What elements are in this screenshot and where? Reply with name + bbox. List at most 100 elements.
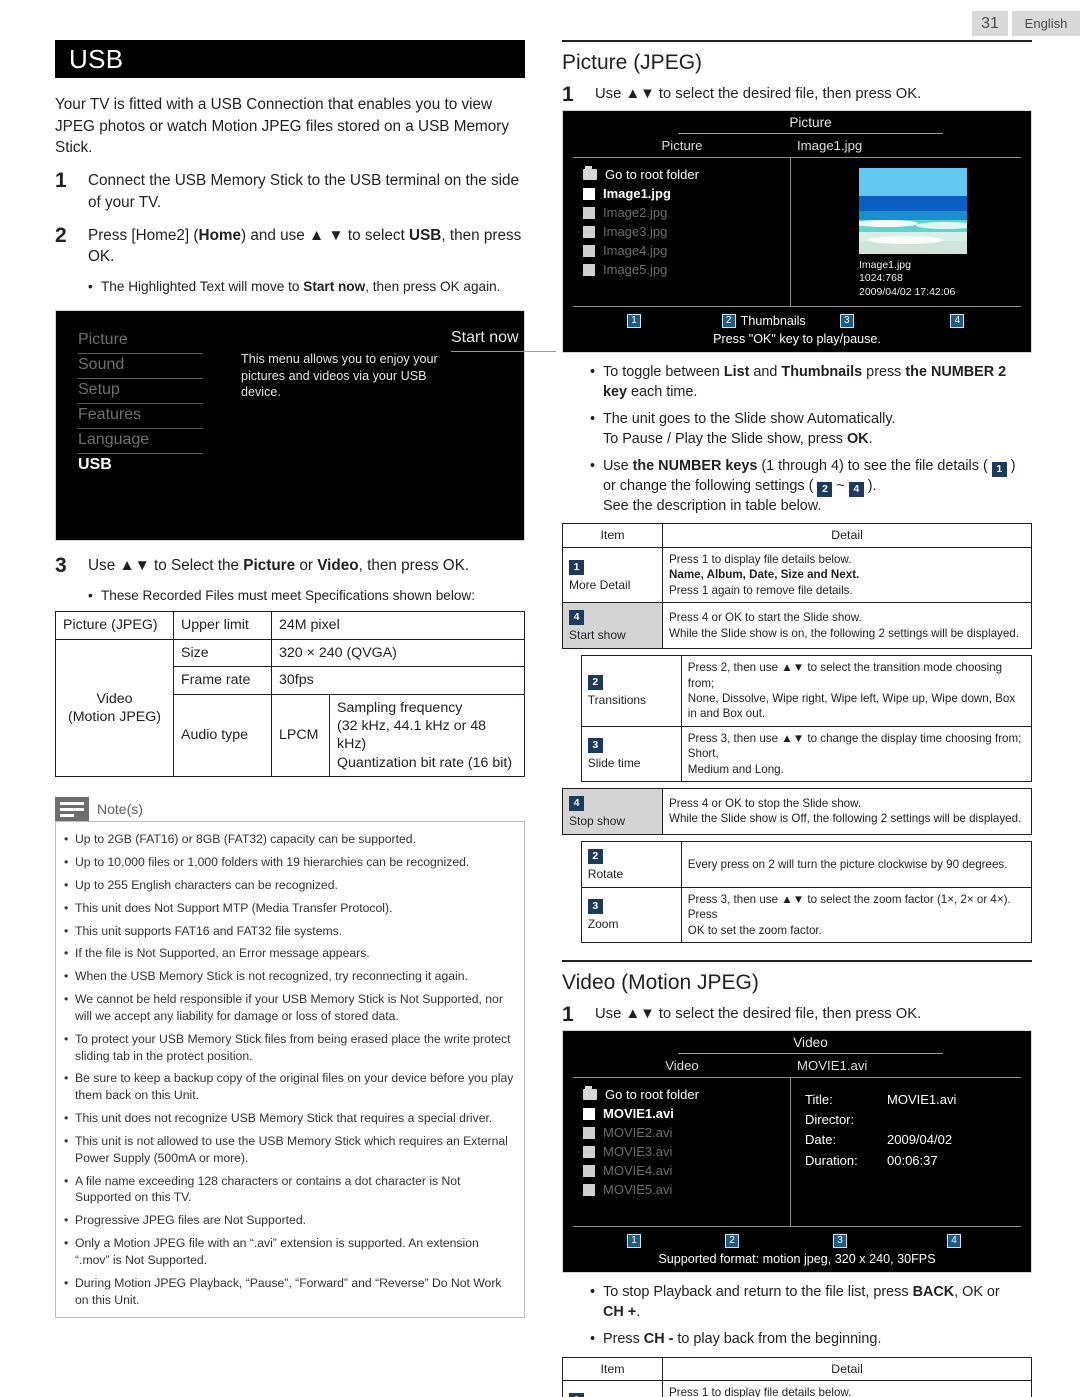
picture-meta-resolution: 1024:768 [859, 272, 903, 285]
video-file-list: Go to root folder MOVIE1.avi MOVIE2.avi … [573, 1078, 791, 1227]
tv-menu-item-setup[interactable]: Setup [78, 379, 203, 405]
video-col1-label: Video [665, 1058, 699, 1074]
video-step-1-number: 1 [562, 1003, 574, 1027]
go-to-root-folder-item[interactable]: Go to root folder [573, 165, 790, 184]
bullet-3-l2b: ). [863, 477, 877, 494]
tv-menu-item-features[interactable]: Features [78, 404, 203, 430]
key-hint-4[interactable]: 4 [907, 1234, 1021, 1249]
list-item[interactable]: Image2.jpg [573, 203, 790, 222]
note-text: To protect your USB Memory Stick files f… [75, 1031, 511, 1063]
list-item: • During Motion JPEG Playback, “Pause”, “… [64, 1275, 514, 1309]
meta-row: Date: 2009/04/02 [805, 1130, 1021, 1150]
step-3-part-c: or [295, 557, 318, 575]
key-hint-4[interactable]: 4 [910, 314, 1021, 329]
bullet-dot-icon: • [64, 1275, 69, 1290]
key-badge-1-icon: 1 [627, 1234, 641, 1249]
number-badge-3-icon: 3 [587, 738, 603, 754]
meta-key-date: Date: [805, 1132, 837, 1148]
list-item[interactable]: Image1.jpg [573, 184, 790, 203]
list-item[interactable]: Image5.jpg [573, 260, 790, 279]
spec-audio-line-3: Quantization bit rate (16 bit) [337, 754, 513, 771]
note-text: A file name exceeding 128 characters or … [75, 1173, 461, 1205]
item-cell-slide-time: 3 Slide time [580, 725, 682, 782]
bullet-dot-icon: • [64, 923, 69, 938]
step-3-part-a: Use [88, 557, 120, 575]
key-hint-2[interactable]: 2 [701, 1234, 799, 1249]
key-hint-2[interactable]: 2 Thumbnails [698, 314, 806, 329]
list-item: • Press CH - to play back from the begin… [590, 1330, 1032, 1350]
tv-menu-item-sound[interactable]: Sound [78, 354, 203, 380]
list-item: • To stop Playback and return to the fil… [590, 1283, 1032, 1323]
bullet-dot-icon: • [64, 832, 69, 847]
spec-value-size: 320 × 240 (QVGA) [271, 638, 525, 668]
list-item[interactable]: Image4.jpg [573, 241, 790, 260]
table-row: 2 Rotate Every press on 2 will turn the … [580, 840, 1032, 888]
number-badge-2-icon: 2 [587, 848, 603, 864]
notes-title: Note(s) [97, 801, 143, 818]
table-row: 4 Stop show Press 4 or OK to stop the Sl… [562, 787, 1032, 835]
detail-line: Press 4 or OK to stop the Slide show. [669, 797, 862, 810]
bullet-3-l2a: or change the following settings ( [603, 477, 818, 494]
list-item[interactable]: MOVIE3.avi [573, 1142, 790, 1161]
list-item: • The unit goes to the Slide show Automa… [590, 410, 1032, 450]
detail-line: None, Dissolve, Wipe right, Wipe left, W… [687, 691, 1016, 705]
key-hint-1[interactable]: 1 [573, 1234, 701, 1249]
list-item: • Progressive JPEG files are Not Supporte… [64, 1212, 514, 1229]
video-screen-header: Video [563, 1031, 1031, 1056]
tv-menu-item-usb-selected[interactable]: USB [78, 454, 203, 478]
picture-col2-label: Image1.jpg [797, 138, 863, 154]
meta-val-date: 2009/04/02 [887, 1132, 953, 1148]
bullet-dot-icon: • [64, 1133, 69, 1148]
file-name: MOVIE3.avi [603, 1144, 673, 1160]
key-hint-1[interactable]: 1 [573, 314, 698, 329]
key-badge-4-icon: 4 [947, 1234, 961, 1249]
spec-value-audio: Sampling frequency (32 kHz, 44.1 kHz or … [329, 693, 525, 778]
bullet-dot-icon: • [88, 279, 93, 295]
up-down-arrows-icon: ▲▼ [625, 86, 655, 102]
file-name: MOVIE1.avi [603, 1106, 674, 1122]
spec-cat-picture: Picture (JPEG) [55, 611, 174, 640]
note-text: Progressive JPEG files are Not Supported… [75, 1213, 306, 1228]
table-row: 3 Zoom Press 3, then use ▲▼ to select th… [580, 886, 1032, 944]
list-item: • To protect your USB Memory Stick files … [64, 1031, 514, 1065]
note-text: This unit does Not Support MTP (Media Tr… [75, 900, 393, 915]
picture-detail-table-sub-2: 2 Rotate Every press on 2 will turn the … [580, 840, 1032, 944]
file-name: MOVIE5.avi [603, 1182, 673, 1198]
table-row: 1 More Detail Press 1 to display file de… [562, 546, 1032, 604]
video-metadata: Title: MOVIE1.avi Director: Date: 2009/04/… [805, 1086, 1021, 1171]
step-3-bullet: • These Recorded Files must meet Specifi… [88, 586, 525, 605]
number-badge-3-icon: 3 [587, 899, 603, 915]
step-2-part-a: Press [Home2] ( [88, 226, 199, 244]
go-to-root-folder-item[interactable]: Go to root folder [573, 1085, 790, 1104]
section-divider [562, 40, 1032, 42]
step-3-picture: Picture [243, 557, 296, 575]
video-screen-body: Go to root folder MOVIE1.avi MOVIE2.avi … [573, 1078, 1021, 1227]
picture-screen-columns: Picture Image1.jpg [573, 138, 1021, 159]
tv-menu-item-language[interactable]: Language [78, 429, 203, 455]
picture-detail-table-stop: 4 Stop show Press 4 or OK to stop the Sl… [562, 787, 1032, 835]
item-label: Zoom [587, 917, 619, 932]
bullet-3-tilde: ~ [832, 477, 849, 494]
key-hint-3[interactable]: 3 [806, 314, 911, 329]
tv-menu-start-now-button[interactable]: Start now [451, 329, 556, 353]
list-item[interactable]: MOVIE2.avi [573, 1123, 790, 1142]
list-item[interactable]: MOVIE5.avi [573, 1180, 790, 1199]
detail-line: While the Slide show is on, the followin… [669, 626, 1019, 640]
detail-cell: Press 4 or OK to stop the Slide show. Wh… [662, 787, 1032, 835]
number-badge-4-icon: 4 [569, 795, 584, 811]
video-screen-footer: 1 2 3 4 Supported format: motion jpeg, 3… [573, 1226, 1021, 1272]
item-cell-more-detail: 1 More Detail [562, 1380, 663, 1397]
list-item: • This unit is not allowed to use the USB… [64, 1133, 514, 1167]
bullet-1-thumbnails: Thumbnails [781, 364, 863, 381]
video-step-1: 1 Use ▲▼ to select the desired file, the… [562, 1004, 1032, 1026]
item-label: Slide time [587, 756, 641, 771]
tv-menu-item-picture[interactable]: Picture [78, 329, 203, 355]
key-hint-3[interactable]: 3 [799, 1234, 907, 1249]
video-screen-title: Video [678, 1035, 943, 1055]
list-item[interactable]: MOVIE4.avi [573, 1161, 790, 1180]
video-bullet-1-d: . [636, 1303, 641, 1320]
list-item[interactable]: Image3.jpg [573, 222, 790, 241]
list-item[interactable]: MOVIE1.avi [573, 1104, 790, 1123]
video-bullet-2-ch: CH - [643, 1330, 674, 1347]
picture-screen-body: Go to root folder Image1.jpg Image2.jpg … [573, 158, 1021, 307]
